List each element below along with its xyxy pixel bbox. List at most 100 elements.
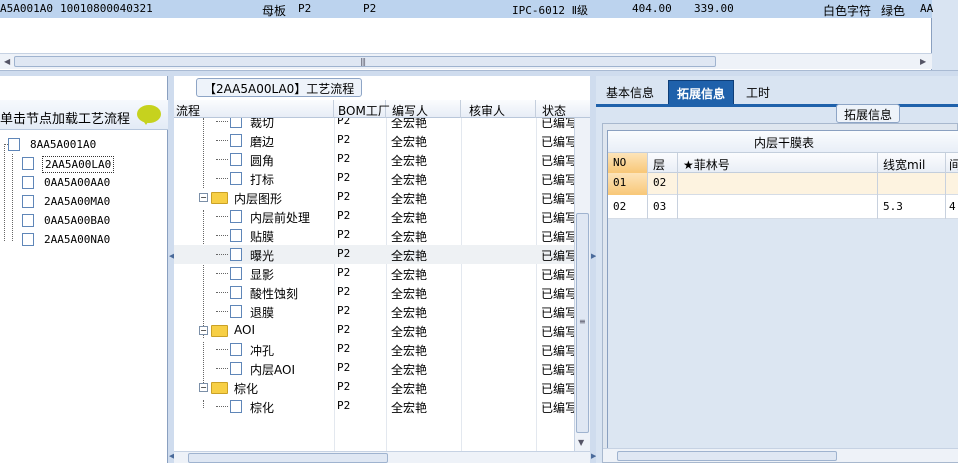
process-row[interactable]: 冲孔 P2 全宏艳 已编写 [174, 340, 574, 359]
process-row[interactable]: − 棕化 P2 全宏艳 已编写 [174, 378, 574, 397]
process-name: 内层前处理 [250, 211, 311, 225]
collapse-icon[interactable]: − [199, 326, 208, 335]
process-row[interactable]: − 内层图形 P2 全宏艳 已编写 [174, 188, 574, 207]
tree-connector [216, 235, 228, 236]
process-row[interactable]: 圆角 P2 全宏艳 已编写 [174, 150, 574, 169]
column-header-no[interactable]: NO [608, 153, 648, 173]
document-icon [230, 286, 242, 299]
process-row[interactable]: 裁切 P2 全宏艳 已编写 [174, 118, 574, 131]
tree-connector [216, 140, 228, 141]
cell-gap[interactable] [946, 173, 958, 195]
process-name: 磨边 [250, 135, 275, 149]
column-header-status[interactable]: 状态 [536, 100, 590, 118]
process-row[interactable]: 内层前处理 P2 全宏艳 已编写 [174, 207, 574, 226]
process-row[interactable]: − AOI P2 全宏艳 已编写 [174, 321, 574, 340]
extended-hscroll-thumb[interactable] [617, 451, 837, 461]
process-vertical-scrollbar[interactable]: ≡ ▼ [574, 118, 590, 451]
extended-horizontal-scrollbar[interactable] [603, 448, 958, 462]
folder-icon [211, 325, 228, 337]
process-author: 全宏艳 [391, 306, 428, 320]
scroll-left-icon[interactable]: ◀ [4, 57, 10, 66]
process-factory: P2 [337, 361, 351, 374]
cell-line-width[interactable]: 5.3 [878, 195, 946, 219]
collapse-icon[interactable]: − [199, 193, 208, 202]
process-author: 全宏艳 [391, 192, 428, 206]
process-name: 打标 [250, 173, 275, 187]
process-status: 已编写 [541, 211, 574, 225]
tab-work-hours[interactable]: 工时 [738, 80, 778, 104]
collapse-icon[interactable]: − [199, 383, 208, 392]
top-row-value1: 404.00 [632, 2, 672, 15]
top-horizontal-scrollbar[interactable]: ◀ ||| ▶ [0, 53, 932, 69]
cell-line-width[interactable] [878, 173, 946, 195]
document-icon [22, 195, 34, 208]
process-factory: P2 [337, 380, 351, 393]
process-author: 全宏艳 [391, 382, 428, 396]
cell-film-number[interactable] [678, 173, 878, 195]
tree-node-label: 0AA5A00BA0 [44, 214, 111, 227]
process-row[interactable]: 曝光 P2 全宏艳 已编写 [174, 245, 574, 264]
scroll-down-icon[interactable]: ▼ [578, 438, 584, 447]
tree-connector [12, 154, 13, 241]
cell-no: 01 [608, 173, 648, 195]
process-horizontal-scrollbar[interactable] [174, 451, 590, 463]
tree-node-label: 0AA5A00AA0 [44, 176, 111, 189]
process-author: 全宏艳 [391, 268, 428, 282]
process-factory: P2 [337, 342, 351, 355]
process-status: 已编写 [541, 230, 574, 244]
process-factory: P2 [337, 323, 351, 336]
process-row[interactable]: 打标 P2 全宏艳 已编写 [174, 169, 574, 188]
top-grid-selected-row[interactable]: A5A001A0 10010800040321 母板 P2 P2 IPC-601… [0, 0, 933, 18]
cell-gap[interactable]: 4 [946, 195, 958, 219]
column-header-layer[interactable]: 层 [648, 153, 678, 173]
column-header-gap[interactable]: 间 [946, 153, 958, 173]
process-name: 棕化 [250, 401, 275, 415]
process-factory: P2 [337, 247, 351, 260]
tab-extended-info[interactable]: 拓展信息 [668, 80, 735, 104]
table-row[interactable]: 01 02 [608, 173, 958, 195]
process-author: 全宏艳 [391, 401, 428, 415]
folder-icon [211, 382, 228, 394]
process-status: 已编写 [541, 135, 574, 149]
column-header-bom-factory[interactable]: BOM工厂 [334, 100, 390, 118]
process-row[interactable]: 贴膜 P2 全宏艳 已编写 [174, 226, 574, 245]
document-icon [22, 214, 34, 227]
process-status: 已编写 [541, 192, 574, 206]
tree-connector [216, 159, 228, 160]
process-grid-header: 流程 BOM工厂 编写人 核审人 状态 [174, 100, 590, 118]
process-row[interactable]: 磨边 P2 全宏艳 已编写 [174, 131, 574, 150]
tree-connector [4, 144, 5, 241]
top-row-factory2: P2 [363, 2, 377, 15]
top-scroll-thumb[interactable]: ||| [14, 56, 716, 67]
cell-film-number[interactable] [678, 195, 878, 219]
process-status: 已编写 [541, 325, 574, 339]
top-row-mask-color: 绿色 [881, 4, 906, 18]
scroll-right-icon[interactable]: ▶ [920, 57, 926, 66]
top-row-code: A5A001A0 [0, 2, 53, 15]
column-header-film-number[interactable]: ★菲林号 [678, 153, 878, 173]
process-row[interactable]: 退膜 P2 全宏艳 已编写 [174, 302, 574, 321]
tab-basic-info[interactable]: 基本信息 [598, 80, 662, 104]
process-vscroll-thumb[interactable]: ≡ [576, 213, 589, 433]
document-icon [230, 229, 242, 242]
process-factory: P2 [337, 304, 351, 317]
process-row[interactable]: 内层AOI P2 全宏艳 已编写 [174, 359, 574, 378]
document-icon [230, 118, 242, 128]
top-data-grid: A5A001A0 10010800040321 母板 P2 P2 IPC-601… [0, 0, 933, 70]
column-header-author[interactable]: 编写人 [386, 100, 461, 118]
document-icon [22, 176, 34, 189]
column-header-process[interactable]: 流程 [176, 100, 334, 118]
cell-layer: 03 [648, 195, 678, 219]
process-row[interactable]: 酸性蚀刻 P2 全宏艳 已编写 [174, 283, 574, 302]
process-row[interactable]: 显影 P2 全宏艳 已编写 [174, 264, 574, 283]
process-hscroll-thumb[interactable] [188, 453, 388, 463]
table-row[interactable]: 02 03 5.3 4 [608, 195, 958, 219]
document-icon [22, 157, 34, 170]
process-row[interactable]: 棕化 P2 全宏艳 已编写 [174, 397, 574, 416]
column-header-line-width[interactable]: 线宽mil [878, 153, 946, 173]
tree-connector [216, 273, 228, 274]
speech-bubble-icon[interactable] [137, 105, 161, 125]
column-header-reviewer[interactable]: 核审人 [461, 100, 536, 118]
process-status: 已编写 [541, 382, 574, 396]
process-factory: P2 [337, 228, 351, 241]
